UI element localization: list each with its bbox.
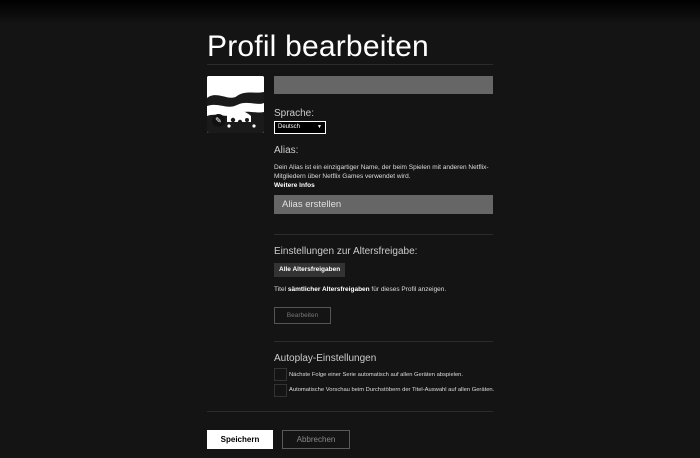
maturity-description: Titel sämtlicher Altersfreigaben für die… [274,286,446,293]
section-divider [274,341,493,342]
alias-description: Dein Alias ist ein einzigartiger Name, d… [274,164,489,180]
autoplay-previews-label: Automatische Vorschau beim Durchstöbern … [289,387,495,393]
maturity-text-bold: sämtlicher Altersfreigaben [287,286,370,293]
title-divider [207,64,493,65]
section-divider [274,234,493,235]
language-select[interactable]: Deutsch ▼ [274,121,326,134]
save-button[interactable]: Speichern [207,430,273,449]
language-selected-value: Deutsch [278,124,301,130]
autoplay-next-episode-checkbox[interactable] [274,368,287,381]
autoplay-settings-title: Autoplay-Einstellungen [274,353,377,364]
page-title: Profil bearbeiten [207,30,429,63]
autoplay-next-episode-row: Nächste Folge einer Serie automatisch au… [274,368,504,381]
profile-name-input[interactable] [274,76,493,94]
autoplay-next-episode-label: Nächste Folge einer Serie automatisch au… [289,372,464,378]
pencil-icon[interactable]: ✎ [212,114,225,127]
language-label: Sprache: [274,108,315,119]
alias-label: Alias: [274,145,299,156]
caret-down-icon: ▼ [317,124,322,130]
autoplay-previews-row: Automatische Vorschau beim Durchstöbern … [274,384,504,400]
profile-avatar[interactable]: ✎ [207,76,264,133]
more-info-link[interactable]: Weitere Infos [274,181,514,190]
maturity-text-prefix: Titel [274,286,288,293]
alias-description-block: Dein Alias ist ein einzigartiger Name, d… [274,163,514,190]
alias-input[interactable] [274,195,493,214]
maturity-text-suffix: für dieses Profil anzeigen. [369,286,447,293]
cancel-button[interactable]: Abbrechen [282,430,350,449]
maturity-rating-badge: Alle Altersfreigaben [274,263,346,277]
edit-maturity-button[interactable]: Bearbeiten [274,307,331,324]
top-bar [0,0,700,24]
footer-divider [207,411,493,412]
maturity-settings-title: Einstellungen zur Altersfreigabe: [274,246,418,257]
